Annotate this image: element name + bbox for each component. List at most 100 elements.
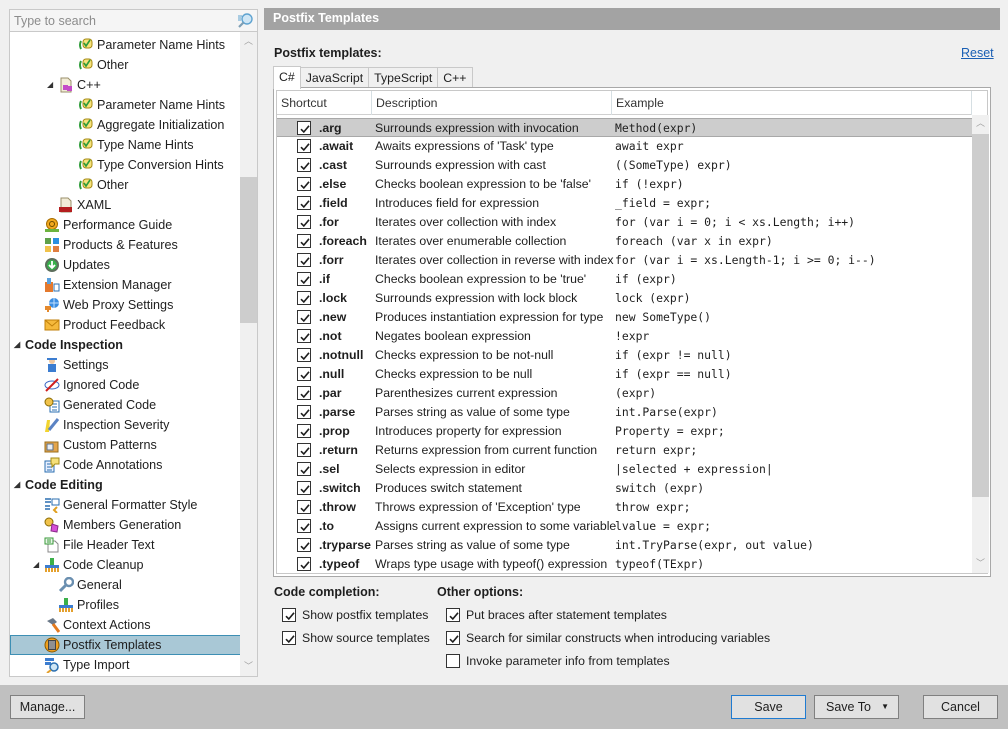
tree-item[interactable]: Postfix Templates	[10, 635, 241, 655]
grid-scrollbar-thumb[interactable]	[972, 134, 989, 497]
search-box[interactable]	[9, 9, 258, 32]
tree-item[interactable]: Code Annotations	[44, 455, 162, 475]
tab-csharp[interactable]: C#	[273, 66, 301, 89]
table-row[interactable]: .arg Surrounds expression with invocation…	[277, 118, 972, 137]
option-checkbox[interactable]: Put braces after statement templates	[446, 606, 667, 624]
row-checkbox[interactable]	[297, 367, 311, 381]
tree-item[interactable]: Updates	[44, 255, 110, 275]
column-header-example[interactable]: Example	[612, 91, 972, 115]
tree-item[interactable]: Performance Guide	[44, 215, 172, 235]
save-to-button[interactable]: Save To ▼	[814, 695, 899, 719]
tree-item[interactable]: Custom Patterns	[44, 435, 157, 455]
expand-arrow-icon[interactable]: ◢	[14, 335, 23, 355]
option-checkbox[interactable]: Invoke parameter info from templates	[446, 652, 670, 670]
reset-link[interactable]: Reset	[961, 46, 994, 60]
tree-item[interactable]: Parameter Name Hints	[78, 95, 225, 115]
table-row[interactable]: .return Returns expression from current f…	[277, 441, 972, 460]
tree-item[interactable]: Parameter Name Hints	[78, 35, 225, 55]
checkbox[interactable]	[282, 608, 296, 622]
tree-item[interactable]: Members Generation	[44, 515, 181, 535]
tree-item[interactable]: ◢ Code Cleanup	[33, 555, 144, 575]
checkbox[interactable]	[282, 631, 296, 645]
tree-scrollbar-thumb[interactable]	[240, 177, 257, 323]
row-checkbox[interactable]	[297, 139, 311, 153]
tree-item[interactable]: XAML	[58, 195, 111, 215]
row-checkbox[interactable]	[297, 177, 311, 191]
tree-scrollbar[interactable]: ︿ ﹀	[240, 32, 257, 676]
table-row[interactable]: .notnull Checks expression to be not-null…	[277, 346, 972, 365]
tree-item[interactable]: Type Conversion Hints	[78, 155, 224, 175]
tree-item[interactable]: Profiles	[58, 595, 119, 615]
table-row[interactable]: .await Awaits expressions of 'Task' type a…	[277, 137, 972, 156]
table-row[interactable]: .for Iterates over collection with index f…	[277, 213, 972, 232]
tree-item[interactable]: ◢ Code Editing	[14, 475, 103, 495]
table-row[interactable]: .switch Produces switch statement switch (…	[277, 479, 972, 498]
option-checkbox[interactable]: Show postfix templates	[282, 606, 428, 624]
tree-item[interactable]: Product Feedback	[44, 315, 165, 335]
tree-item[interactable]: ◢ Code Inspection	[14, 335, 123, 355]
tree-item[interactable]: Products & Features	[44, 235, 178, 255]
expand-arrow-icon[interactable]: ◢	[47, 75, 56, 95]
grid-scrollbar[interactable]: ︿ ﹀	[972, 115, 989, 573]
option-checkbox[interactable]: Show source templates	[282, 629, 430, 647]
table-row[interactable]: .else Checks boolean expression to be 'fa…	[277, 175, 972, 194]
table-row[interactable]: .field Introduces field for expression _fi…	[277, 194, 972, 213]
row-checkbox[interactable]	[297, 443, 311, 457]
tree-item[interactable]: Aggregate Initialization	[78, 115, 224, 135]
scroll-down-icon[interactable]: ﹀	[240, 659, 257, 676]
row-checkbox[interactable]	[297, 557, 311, 571]
row-checkbox[interactable]	[297, 196, 311, 210]
row-checkbox[interactable]	[297, 310, 311, 324]
tree-item[interactable]: General	[58, 575, 122, 595]
search-input[interactable]	[14, 13, 229, 29]
table-row[interactable]: .parse Parses string as value of some typ…	[277, 403, 972, 422]
row-checkbox[interactable]	[297, 253, 311, 267]
table-row[interactable]: .lock Surrounds expression with lock bloc…	[277, 289, 972, 308]
tree-item[interactable]: ◢ C++	[47, 75, 101, 95]
table-row[interactable]: .forr Iterates over collection in reverse…	[277, 251, 972, 270]
checkbox[interactable]	[446, 608, 460, 622]
tree-item[interactable]: Context Actions	[44, 615, 151, 635]
table-row[interactable]: .null Checks expression to be null if (exp…	[277, 365, 972, 384]
row-checkbox[interactable]	[297, 291, 311, 305]
scroll-up-icon[interactable]: ︿	[240, 34, 257, 51]
table-row[interactable]: .prop Introduces property for expression P…	[277, 422, 972, 441]
expand-arrow-icon[interactable]: ◢	[14, 475, 23, 495]
table-row[interactable]: .new Produces instantiation expression fo…	[277, 308, 972, 327]
tree-item[interactable]: Ignored Code	[44, 375, 139, 395]
row-checkbox[interactable]	[297, 538, 311, 552]
row-checkbox[interactable]	[297, 519, 311, 533]
row-checkbox[interactable]	[297, 500, 311, 514]
row-checkbox[interactable]	[297, 424, 311, 438]
tree-item[interactable]: Other	[78, 55, 129, 75]
tree-item[interactable]: Web Proxy Settings	[44, 295, 173, 315]
tree-item[interactable]: Inspection Severity	[44, 415, 169, 435]
expand-arrow-icon[interactable]: ◢	[33, 555, 42, 575]
table-row[interactable]: .not Negates boolean expression !expr	[277, 327, 972, 346]
tree-item[interactable]: Type Name Hints	[78, 135, 194, 155]
row-checkbox[interactable]	[297, 329, 311, 343]
table-row[interactable]: .typeof Wraps type usage with typeof() ex…	[277, 555, 972, 573]
table-row[interactable]: .par Parenthesizes current expression (exp…	[277, 384, 972, 403]
grid-scroll-down-icon[interactable]: ﹀	[972, 556, 989, 573]
row-checkbox[interactable]	[297, 121, 311, 135]
table-row[interactable]: .cast Surrounds expression with cast ((Som…	[277, 156, 972, 175]
cancel-button[interactable]: Cancel	[923, 695, 998, 719]
row-checkbox[interactable]	[297, 348, 311, 362]
row-checkbox[interactable]	[297, 481, 311, 495]
tree-item[interactable]: Extension Manager	[44, 275, 172, 295]
tree-item[interactable]: Type Import	[44, 655, 130, 675]
table-row[interactable]: .foreach Iterates over enumerable collect…	[277, 232, 972, 251]
search-icon[interactable]	[236, 12, 254, 30]
column-header-description[interactable]: Description	[372, 91, 612, 115]
manage-button[interactable]: Manage...	[10, 695, 85, 719]
row-checkbox[interactable]	[297, 215, 311, 229]
row-checkbox[interactable]	[297, 272, 311, 286]
row-checkbox[interactable]	[297, 462, 311, 476]
tab-typescript[interactable]: TypeScript	[369, 67, 439, 88]
tree-item[interactable]: General Formatter Style	[44, 495, 197, 515]
tab-cpp[interactable]: C++	[438, 67, 473, 88]
save-button[interactable]: Save	[731, 695, 806, 719]
tab-javascript[interactable]: JavaScript	[300, 67, 370, 88]
tree-item[interactable]: File Header Text	[44, 535, 154, 555]
